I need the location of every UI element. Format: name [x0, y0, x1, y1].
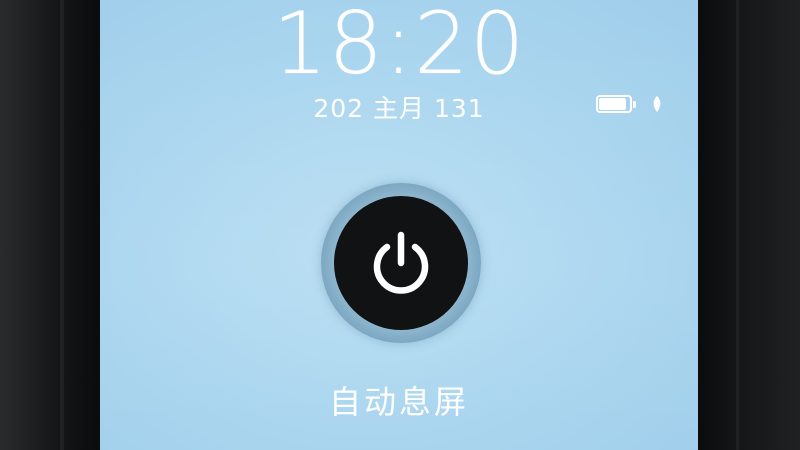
power-button[interactable]	[334, 196, 468, 330]
bezel-edge-right	[736, 0, 739, 450]
lock-screen: 18:20 202 主月 131 自动息屏	[100, 0, 698, 450]
battery-icon	[596, 95, 640, 117]
leaf-icon	[653, 96, 661, 112]
bezel-edge-left	[60, 0, 64, 450]
battery-cap	[633, 101, 636, 108]
clock-time: 18:20	[272, 0, 526, 94]
power-button-label: 自动息屏	[328, 383, 469, 421]
battery-level-fill	[599, 98, 626, 110]
power-icon	[373, 231, 429, 294]
